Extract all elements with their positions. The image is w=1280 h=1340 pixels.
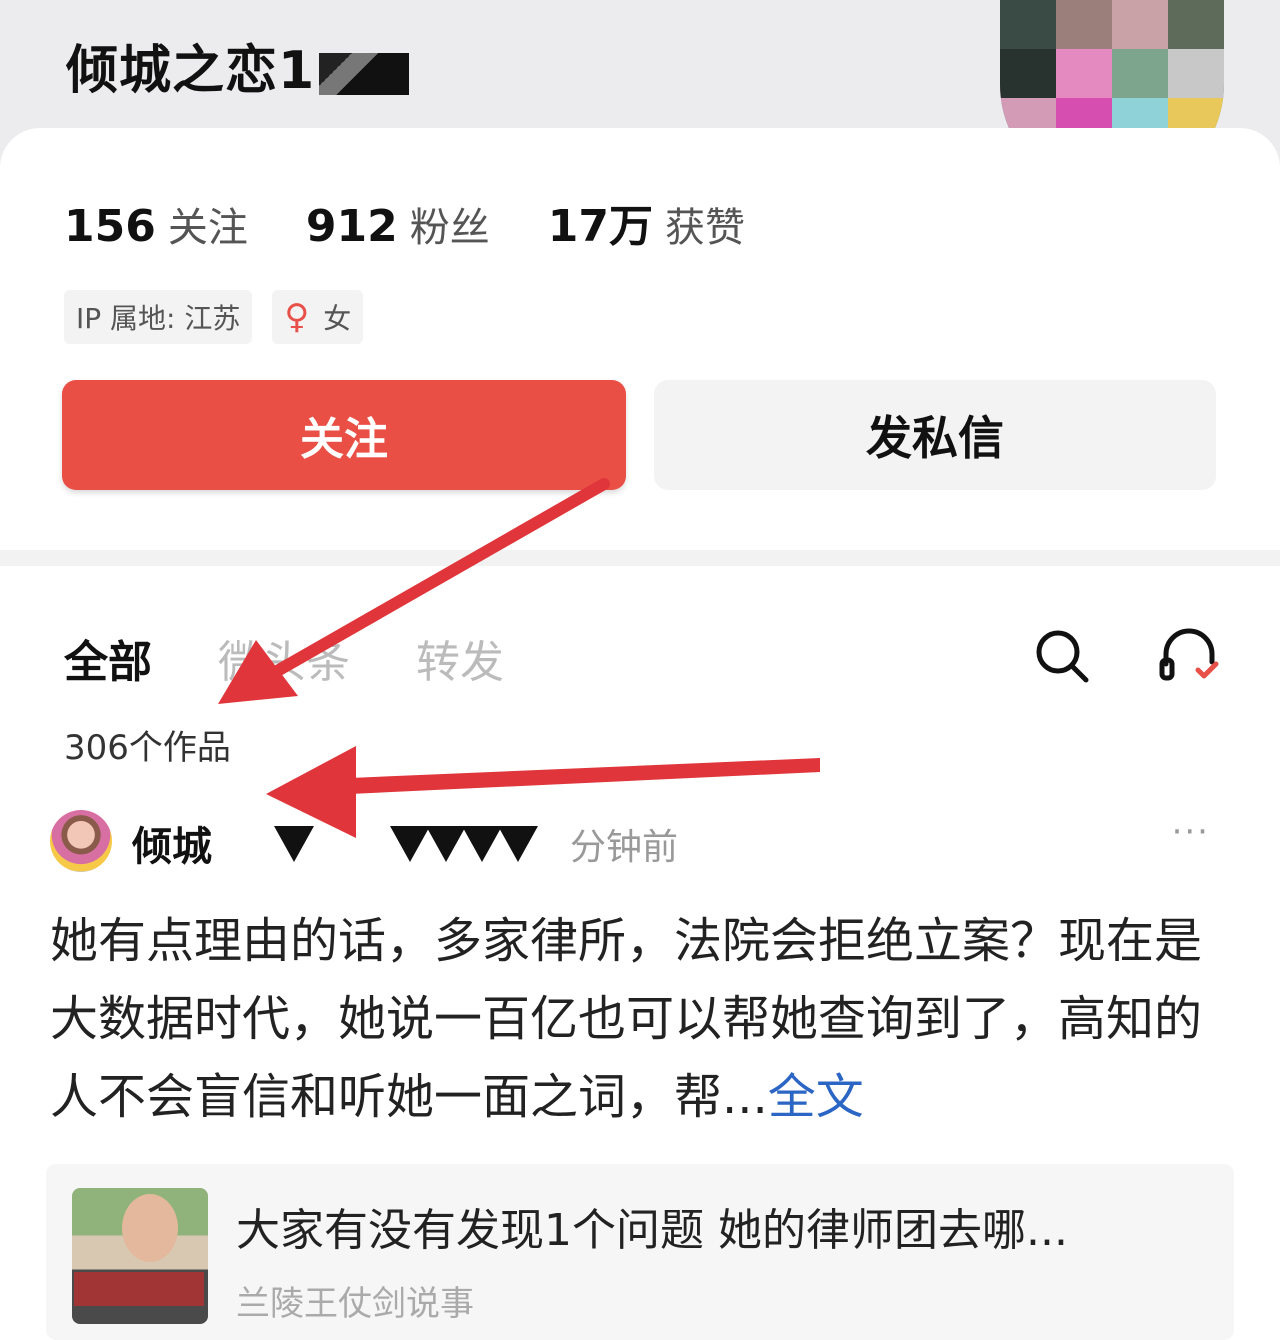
more-icon[interactable]: ···: [1172, 812, 1210, 852]
tab-all[interactable]: 全部: [64, 626, 152, 690]
post-author-name[interactable]: 倾城: [132, 814, 212, 872]
follow-button[interactable]: 关注: [62, 380, 626, 490]
stat-following[interactable]: 156 关注: [64, 195, 248, 253]
quoted-article-source: 兰陵王仗剑说事: [236, 1284, 474, 1324]
avatar-mosaic-tile: [1056, 0, 1112, 49]
quoted-article-card[interactable]: 大家有没有发现1个问题 她的律师团去哪... 兰陵王仗剑说事: [46, 1164, 1234, 1340]
thumbnail-person: [122, 1194, 178, 1262]
search-icon[interactable]: [1034, 628, 1090, 684]
mosaic-block: [390, 826, 430, 862]
profile-stats: 156 关注 912 粉丝 17万 获赞: [64, 190, 745, 254]
feed-tabs: 全部 微头条 转发: [64, 626, 504, 690]
stat-likes[interactable]: 17万 获赞: [548, 190, 745, 254]
ip-location-tag: IP 属地: 江苏: [64, 290, 253, 344]
author-name-mosaic: [274, 826, 564, 862]
section-divider: [0, 550, 1280, 566]
gender-label: 女: [323, 302, 352, 335]
mosaic-block: [498, 826, 538, 862]
stat-label: 获赞: [664, 205, 745, 251]
female-icon: ♀: [284, 297, 310, 337]
profile-username: 倾城之恋1: [66, 28, 410, 103]
read-full-link[interactable]: 全文: [768, 1069, 864, 1125]
works-count: 306个作品: [64, 728, 231, 768]
avatar-mosaic-tile: [1000, 0, 1056, 49]
mosaic-block: [274, 826, 314, 862]
post-text: 她有点理由的话，多家律所，法院会拒绝立案？现在是大数据时代，她说一百亿也可以帮她…: [50, 913, 1203, 1125]
stat-followers[interactable]: 912 粉丝: [306, 195, 490, 253]
post-header: 倾城 分钟前 ···: [50, 810, 1230, 872]
avatar-mosaic-tile: [1000, 49, 1056, 98]
tab-repost[interactable]: 转发: [416, 626, 504, 690]
username-mosaic: [319, 53, 410, 95]
stat-value: 912: [305, 201, 398, 252]
post-body[interactable]: 她有点理由的话，多家律所，法院会拒绝立案？现在是大数据时代，她说一百亿也可以帮她…: [50, 902, 1230, 1136]
mosaic-block: [462, 826, 502, 862]
avatar-mosaic-tile: [1112, 49, 1168, 98]
message-button[interactable]: 发私信: [654, 380, 1216, 490]
gender-tag: ♀ 女: [272, 290, 364, 344]
thumbnail-caption-overlay: [74, 1272, 204, 1306]
quoted-article-thumbnail: [72, 1188, 208, 1324]
stat-value: 17万: [547, 201, 653, 252]
stat-label: 粉丝: [409, 205, 490, 251]
post-author-avatar[interactable]: [50, 810, 112, 872]
post-timestamp: 分钟前: [570, 827, 679, 868]
avatar-mosaic-tile: [1168, 49, 1224, 98]
stat-value: 156: [64, 201, 156, 252]
stat-label: 关注: [167, 205, 248, 251]
mosaic-block: [426, 826, 466, 862]
headset-icon[interactable]: [1158, 626, 1220, 684]
avatar-mosaic-tile: [1112, 0, 1168, 49]
profile-tags: IP 属地: 江苏 ♀ 女: [64, 290, 364, 344]
tab-micro-headline[interactable]: 微头条: [218, 626, 350, 690]
username-text: 倾城之恋1: [66, 41, 316, 101]
avatar-mosaic-tile: [1168, 0, 1224, 49]
avatar-mosaic-tile: [1056, 49, 1112, 98]
quoted-article-title: 大家有没有发现1个问题 她的律师团去哪...: [236, 1205, 1068, 1256]
